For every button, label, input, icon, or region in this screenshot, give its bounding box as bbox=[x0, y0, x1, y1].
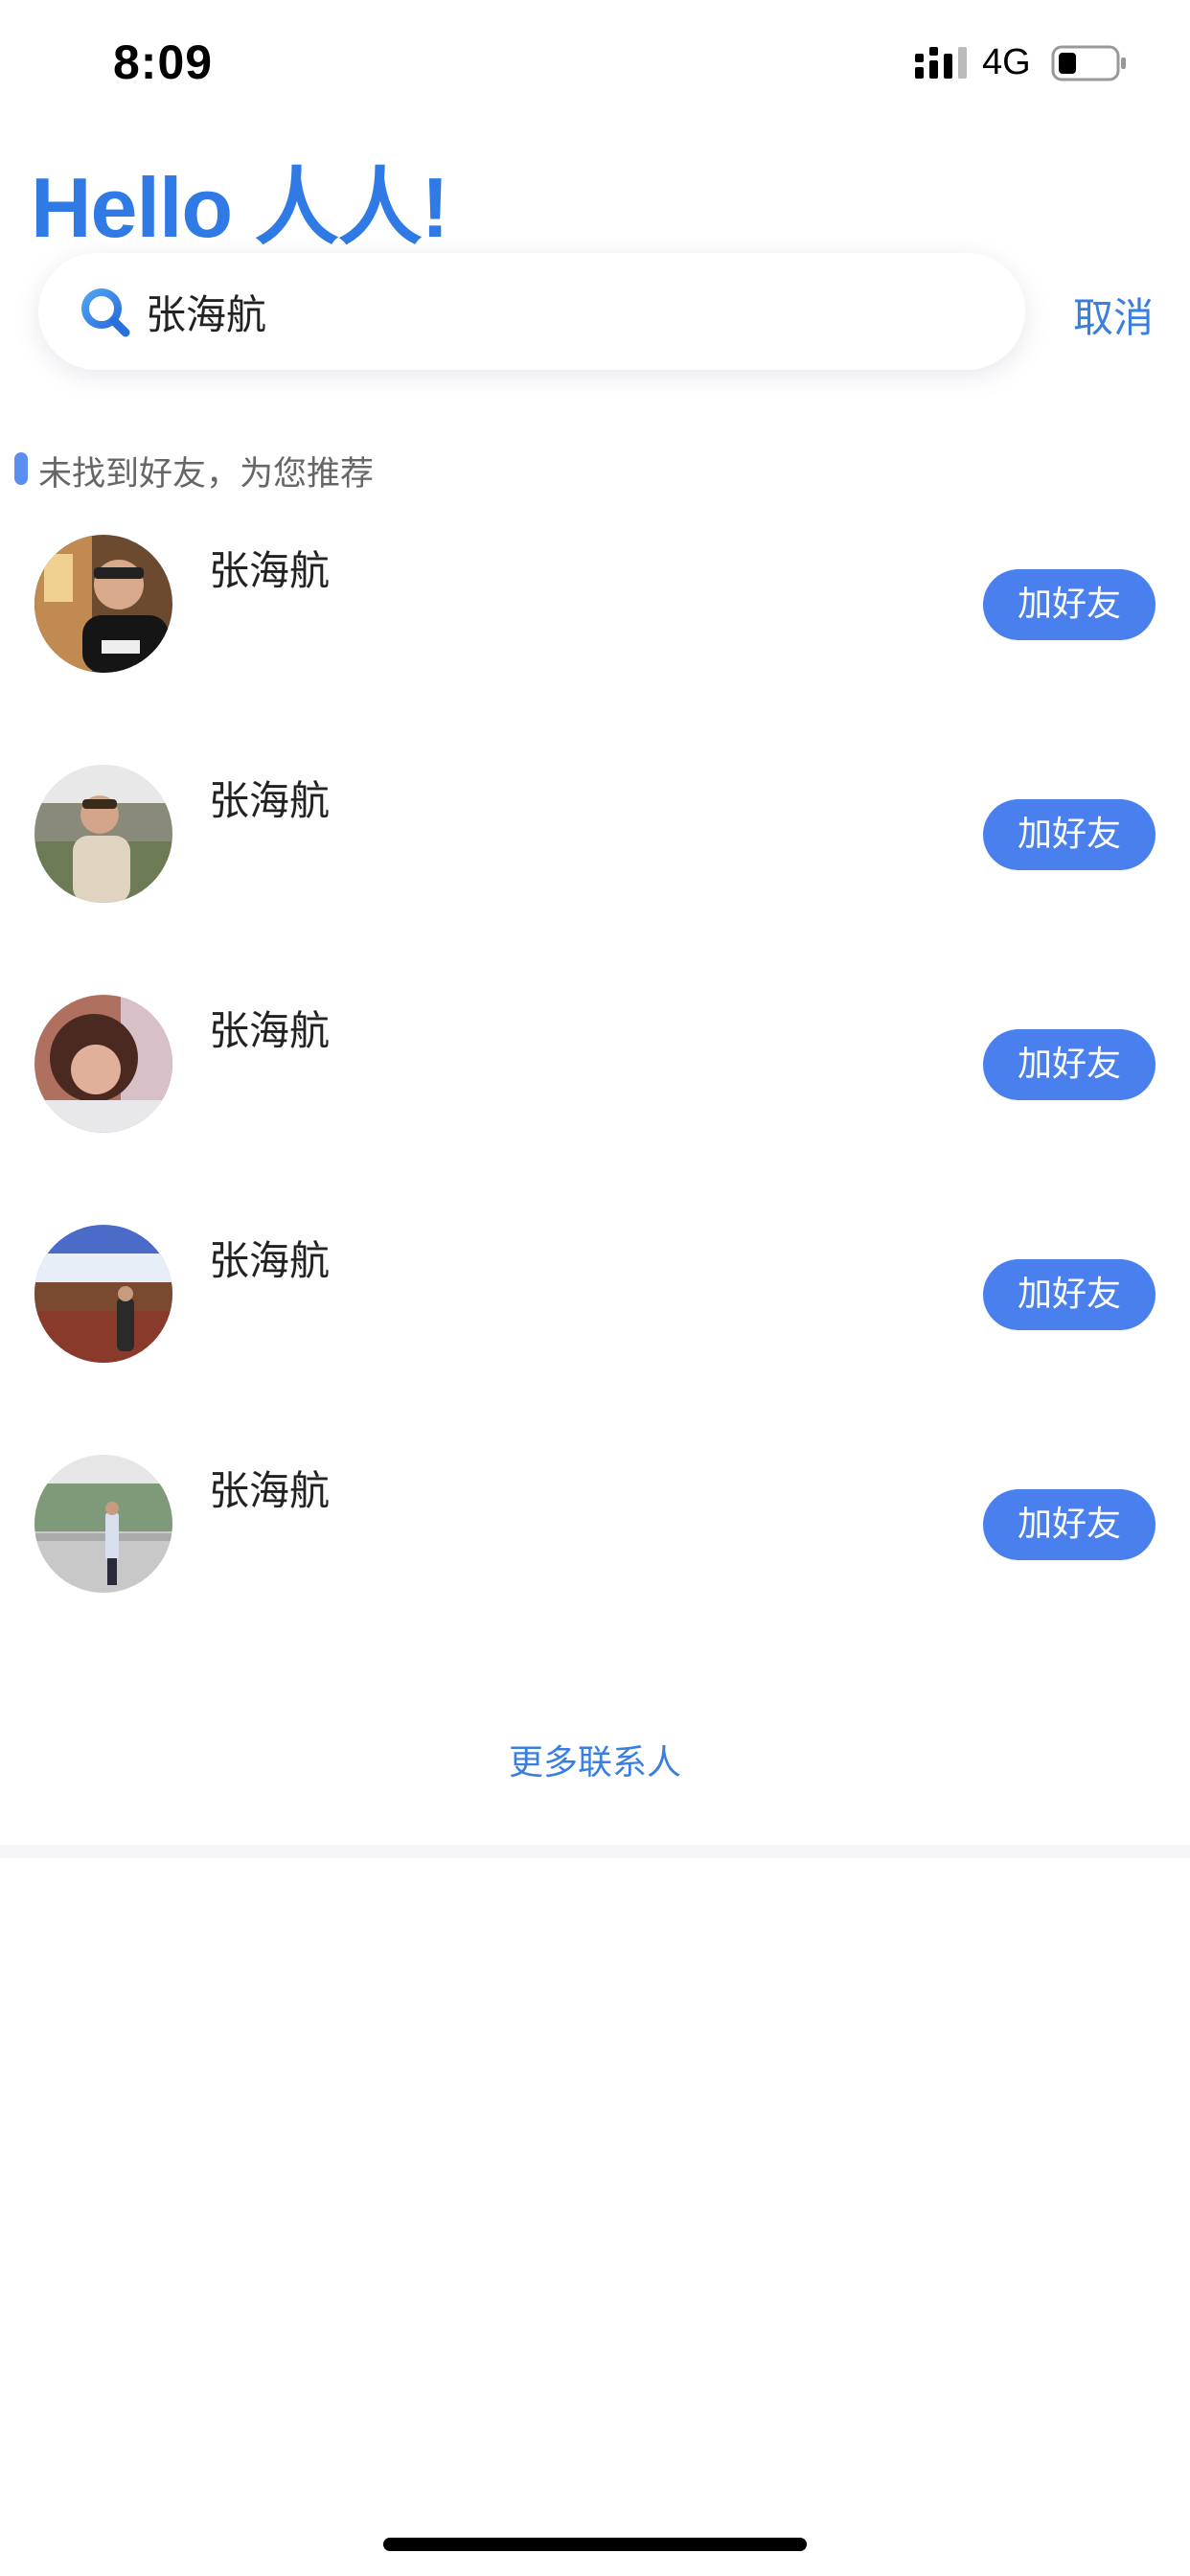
list-item[interactable]: 张海航 加好友 bbox=[0, 765, 1190, 956]
avatar bbox=[34, 535, 172, 673]
avatar bbox=[34, 995, 172, 1133]
network-type: 4G bbox=[982, 42, 1031, 82]
list-item[interactable]: 张海航 加好友 bbox=[0, 995, 1190, 1186]
section-divider bbox=[0, 1845, 1190, 1858]
contact-name: 张海航 bbox=[209, 1467, 331, 1514]
screen: 8:09 4G Hello 人人! 取消 未找到好友，为您推荐 bbox=[0, 0, 1190, 2576]
contact-name: 张海航 bbox=[209, 1007, 331, 1054]
search-icon bbox=[81, 288, 130, 337]
contact-name: 张海航 bbox=[209, 547, 331, 594]
avatar bbox=[34, 765, 172, 903]
search-input[interactable] bbox=[146, 274, 989, 349]
list-item[interactable]: 张海航 加好友 bbox=[0, 1225, 1190, 1416]
add-friend-button[interactable]: 加好友 bbox=[983, 1489, 1156, 1560]
cancel-button[interactable]: 取消 bbox=[1073, 286, 1154, 344]
add-friend-button[interactable]: 加好友 bbox=[983, 799, 1156, 870]
avatar bbox=[34, 1225, 172, 1363]
list-item[interactable]: 张海航 加好友 bbox=[0, 1455, 1190, 1646]
search-bar[interactable] bbox=[38, 253, 1025, 370]
status-time: 8:09 bbox=[113, 35, 214, 89]
home-indicator[interactable] bbox=[383, 2538, 807, 2551]
section-marker bbox=[14, 452, 28, 485]
add-friend-button[interactable]: 加好友 bbox=[983, 1029, 1156, 1100]
avatar bbox=[34, 1455, 172, 1593]
section-label: 未找到好友，为您推荐 bbox=[38, 455, 375, 494]
page-title: Hello 人人! bbox=[31, 160, 449, 255]
signal-bars-icon bbox=[915, 47, 967, 79]
add-friend-button[interactable]: 加好友 bbox=[983, 569, 1156, 640]
add-friend-button[interactable]: 加好友 bbox=[983, 1259, 1156, 1330]
more-contacts-link[interactable]: 更多联系人 bbox=[0, 1735, 1190, 1784]
contact-name: 张海航 bbox=[209, 777, 331, 824]
contact-name: 张海航 bbox=[209, 1237, 331, 1284]
list-item[interactable]: 张海航 加好友 bbox=[0, 535, 1190, 726]
battery-icon bbox=[1051, 45, 1126, 81]
